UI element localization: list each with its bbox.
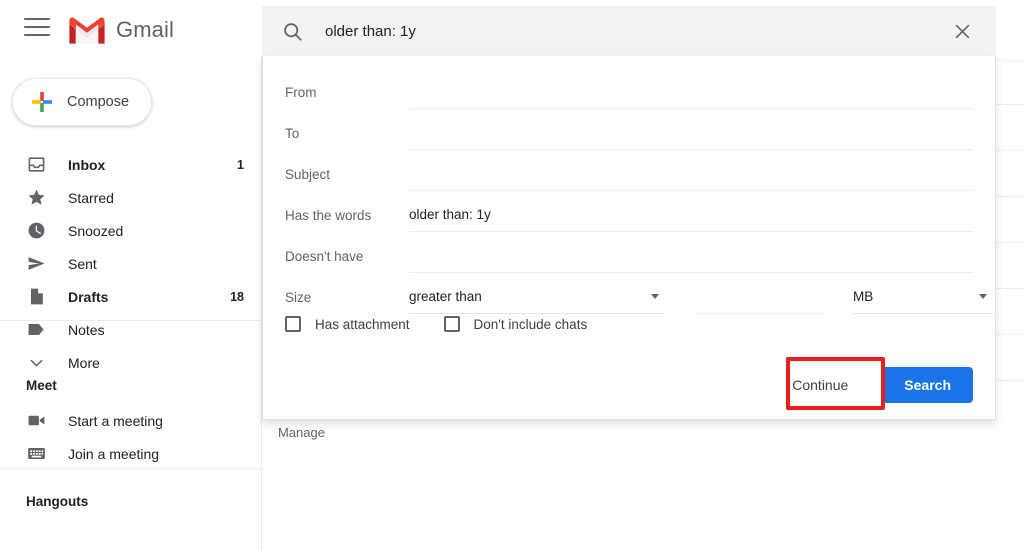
video-camera-icon (26, 411, 46, 431)
sidebar-item-label: Snoozed (68, 222, 124, 239)
has-the-words-input[interactable]: older than: 1y (409, 198, 973, 232)
field-row-from: From (285, 72, 973, 112)
meet-item-label: Start a meeting (68, 412, 163, 429)
divider (0, 468, 262, 469)
close-icon[interactable] (953, 22, 972, 41)
gmail-app-window: Gmail Compose Inbox 1 Starred Snoozed Se… (0, 0, 1024, 550)
to-input[interactable] (409, 116, 973, 150)
sidebar-item-inbox[interactable]: Inbox 1 (0, 148, 262, 181)
search-input[interactable]: older than: 1y (325, 23, 953, 40)
hamburger-icon[interactable] (24, 18, 50, 38)
sidebar-item-count: 1 (237, 157, 244, 172)
keyboard-icon (26, 444, 46, 464)
dont-include-chats-label: Don't include chats (473, 316, 588, 332)
meet-item-label: Join a meeting (68, 445, 160, 462)
field-row-doesnt-have: Doesn't have (285, 236, 973, 276)
gmail-m-logo (69, 17, 105, 44)
chevron-down-icon (26, 353, 46, 373)
size-operator-value: greater than (409, 289, 482, 304)
hangouts-section-title: Hangouts (26, 494, 89, 509)
sidebar-item-join-a-meeting[interactable]: Join a meeting (0, 437, 262, 470)
meet-section-title: Meet (26, 378, 57, 393)
size-amount-input[interactable] (697, 280, 825, 314)
chevron-down-icon (651, 294, 659, 299)
sidebar: Compose Inbox 1 Starred Snoozed Sent Dra… (0, 56, 262, 550)
dont-include-chats-checkbox[interactable] (443, 316, 460, 332)
chevron-down-icon (979, 294, 987, 299)
has-attachment-checkbox[interactable] (285, 316, 301, 332)
sidebar-item-label: Starred (68, 189, 114, 206)
meet-nav: Start a meeting Join a meeting (0, 404, 262, 470)
sidebar-item-label: Inbox (68, 156, 106, 173)
sidebar-item-drafts[interactable]: Drafts 18 (0, 280, 262, 313)
sidebar-item-label: Sent (68, 255, 97, 272)
field-row-to: To (285, 113, 973, 153)
size-unit-select[interactable]: MB (853, 280, 993, 314)
divider (0, 320, 262, 321)
sidebar-item-starred[interactable]: Starred (0, 181, 262, 214)
field-label: To (285, 125, 300, 141)
size-operator-select[interactable]: greater than (409, 280, 665, 314)
field-label: From (285, 84, 317, 100)
search-button[interactable]: Search (882, 367, 973, 403)
continue-button[interactable]: Continue (774, 367, 867, 403)
sidebar-item-start-a-meeting[interactable]: Start a meeting (0, 404, 262, 437)
gmail-logo[interactable]: Gmail (66, 14, 174, 46)
field-label: Subject (285, 166, 331, 182)
sidebar-nav: Inbox 1 Starred Snoozed Sent Drafts 18 N… (0, 148, 262, 379)
field-row-size: Size greater than MB (285, 277, 993, 317)
field-row-subject: Subject (285, 154, 973, 194)
advanced-search-dialog: From To Subject Has the words older than… (262, 56, 996, 420)
size-label: Size (285, 289, 312, 305)
manage-link[interactable]: Manage (278, 425, 325, 440)
field-value: older than: 1y (409, 207, 491, 222)
compose-label: Compose (67, 94, 130, 110)
has-attachment-label: Has attachment (315, 316, 410, 332)
star-icon (26, 188, 46, 208)
size-unit-value: MB (853, 289, 874, 304)
field-row-has-the-words: Has the words older than: 1y (285, 195, 973, 235)
from-input[interactable] (409, 75, 973, 109)
sidebar-item-label: Drafts (68, 288, 109, 305)
sidebar-item-more[interactable]: More (0, 346, 262, 379)
search-icon (282, 21, 303, 42)
gmail-brand-label: Gmail (116, 17, 174, 42)
inbox-icon (26, 155, 46, 175)
field-label: Doesn't have (285, 248, 364, 264)
sidebar-item-snoozed[interactable]: Snoozed (0, 214, 262, 247)
sidebar-item-label: More (68, 354, 100, 371)
sidebar-item-label: Notes (68, 321, 105, 338)
sidebar-item-notes[interactable]: Notes (0, 313, 262, 346)
subject-input[interactable] (409, 157, 973, 191)
field-label: Has the words (285, 207, 372, 223)
clock-icon (26, 221, 46, 241)
sidebar-item-count: 18 (230, 289, 244, 304)
label-icon (26, 320, 46, 340)
doesnt-have-input[interactable] (409, 239, 973, 273)
dialog-button-row: Continue Search (774, 367, 973, 403)
draft-icon (26, 287, 46, 307)
checkbox-row: Has attachment Don't include chats (285, 316, 587, 332)
sidebar-item-sent[interactable]: Sent (0, 247, 262, 280)
compose-button[interactable]: Compose (12, 78, 152, 126)
plus-icon (31, 91, 53, 113)
send-icon (26, 254, 46, 274)
search-bar[interactable]: older than: 1y (262, 6, 996, 56)
top-bar: Gmail (0, 0, 262, 56)
